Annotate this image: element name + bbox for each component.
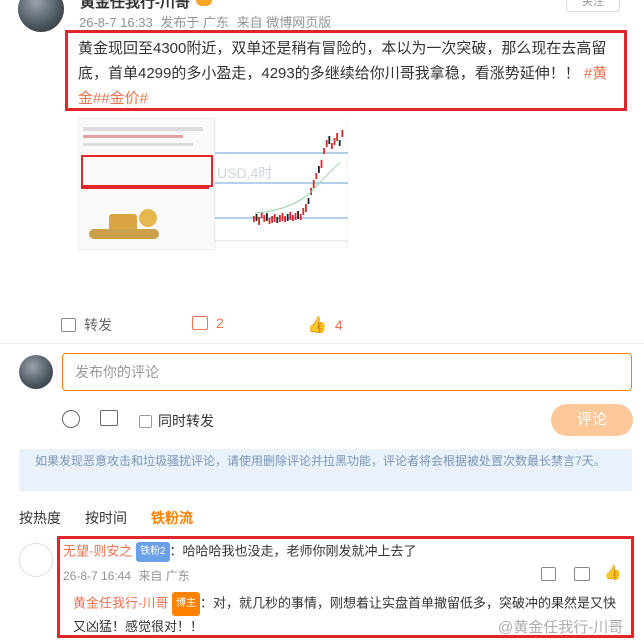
comment-reply-icon[interactable] — [574, 567, 590, 581]
candle — [266, 213, 268, 221]
comment-location: 来自 广东 — [138, 569, 190, 583]
post-text: 黄金现回至4300附近，双单还是稍有冒险的，本以为一次突破，那么现在去高留底，首… — [78, 36, 620, 111]
candle — [279, 215, 281, 222]
comment-icon — [192, 316, 208, 330]
candle — [284, 216, 286, 222]
commenter-name[interactable]: 无望-则安之 — [63, 543, 132, 558]
post-time[interactable]: 26-8-7 16:33 — [79, 15, 153, 30]
vip-icon — [196, 0, 212, 6]
candle — [338, 140, 341, 146]
image-upload-icon[interactable] — [100, 410, 118, 426]
candle — [294, 213, 297, 220]
chart-watermark: USD,4时 — [217, 165, 272, 181]
follow-button[interactable]: 关注 — [566, 0, 620, 12]
comment-input[interactable]: 发布你的评论 — [62, 353, 632, 391]
comment-notice: 如果发现恶意攻击和垃圾骚扰评论，请使用删除评论并拉黑功能，评论者将会根据被处置次… — [19, 449, 632, 491]
fan-badge: 铁粉2 — [135, 542, 170, 562]
comment-like-icon[interactable]: 👍 — [604, 564, 621, 581]
author-avatar[interactable] — [18, 0, 64, 32]
candle — [331, 143, 333, 149]
candle — [292, 215, 294, 221]
share-icon — [61, 318, 76, 332]
candle — [281, 213, 284, 221]
also-repost-checkbox[interactable]: 同时转发 — [139, 411, 214, 431]
comment-meta: 26-8-7 16:44 来自 广东 — [63, 567, 190, 584]
candle — [323, 148, 325, 154]
submit-comment-button[interactable]: 评论 — [551, 404, 633, 436]
thumbs-up-icon: 👍 — [307, 317, 327, 334]
checkbox[interactable] — [139, 414, 152, 428]
candle — [268, 218, 271, 224]
candle — [258, 217, 260, 225]
like-button[interactable]: 👍 4 — [307, 315, 343, 335]
divider — [0, 343, 644, 344]
candle — [305, 204, 307, 212]
candle — [302, 208, 305, 215]
comment-time: 26-8-7 16:44 — [63, 569, 132, 583]
candle — [328, 136, 331, 144]
emoji-icon[interactable] — [62, 410, 80, 428]
sort-tabs: 按热度 按时间 铁粉流 — [19, 508, 217, 528]
commenter-avatar[interactable] — [19, 543, 53, 577]
candle — [297, 211, 299, 219]
post-image-screenshot[interactable] — [78, 118, 215, 250]
comment-text: ：哈哈哈我也没走，老师你刚发就冲上去了 — [169, 543, 417, 559]
author-name[interactable]: 黄金任我行-川哥 — [80, 0, 190, 12]
repost-button[interactable]: 转发 — [61, 315, 112, 335]
candle — [289, 212, 292, 220]
tab-time[interactable]: 按时间 — [85, 510, 127, 526]
post-location: 发布于 广东 — [160, 15, 229, 30]
post-source: 来自 微博网页版 — [236, 15, 332, 30]
post-image-chart[interactable]: USD,4时 — [215, 118, 348, 248]
candle — [333, 138, 336, 145]
candle — [312, 180, 315, 188]
comment-button[interactable]: 2 — [192, 315, 224, 331]
candle — [341, 130, 344, 137]
user-avatar — [19, 355, 53, 389]
candle — [271, 216, 273, 223]
comment-share-icon[interactable] — [541, 567, 556, 581]
candle — [325, 140, 328, 147]
candle — [315, 173, 318, 179]
tab-hot[interactable]: 按热度 — [19, 510, 61, 526]
candle — [318, 166, 320, 173]
candle — [299, 214, 302, 220]
candle — [255, 214, 258, 221]
hashtag-gold-price[interactable]: #金价# — [101, 90, 148, 107]
candle — [273, 214, 276, 222]
post-meta: 26-8-7 16:33 发布于 广东 来自 微博网页版 — [79, 12, 331, 31]
tab-fans[interactable]: 铁粉流 — [151, 510, 193, 526]
candle — [307, 198, 310, 204]
post-body: 黄金现回至4300附近，双单还是稍有冒险的，本以为一次突破，那么现在去高留底，首… — [78, 40, 607, 82]
candle — [263, 215, 266, 222]
watermark: @黄金任我行-川哥 — [498, 619, 624, 636]
candle — [253, 216, 255, 222]
candle — [320, 160, 323, 168]
blogger-badge: 博主 — [171, 592, 200, 616]
candle — [276, 217, 279, 223]
candle — [336, 133, 338, 141]
candle — [286, 214, 289, 221]
reply-author[interactable]: 黄金任我行-川哥 — [73, 595, 168, 610]
comment-line: 无望-则安之 铁粉2 ：哈哈哈我也没走，老师你刚发就冲上去了 — [63, 542, 417, 562]
